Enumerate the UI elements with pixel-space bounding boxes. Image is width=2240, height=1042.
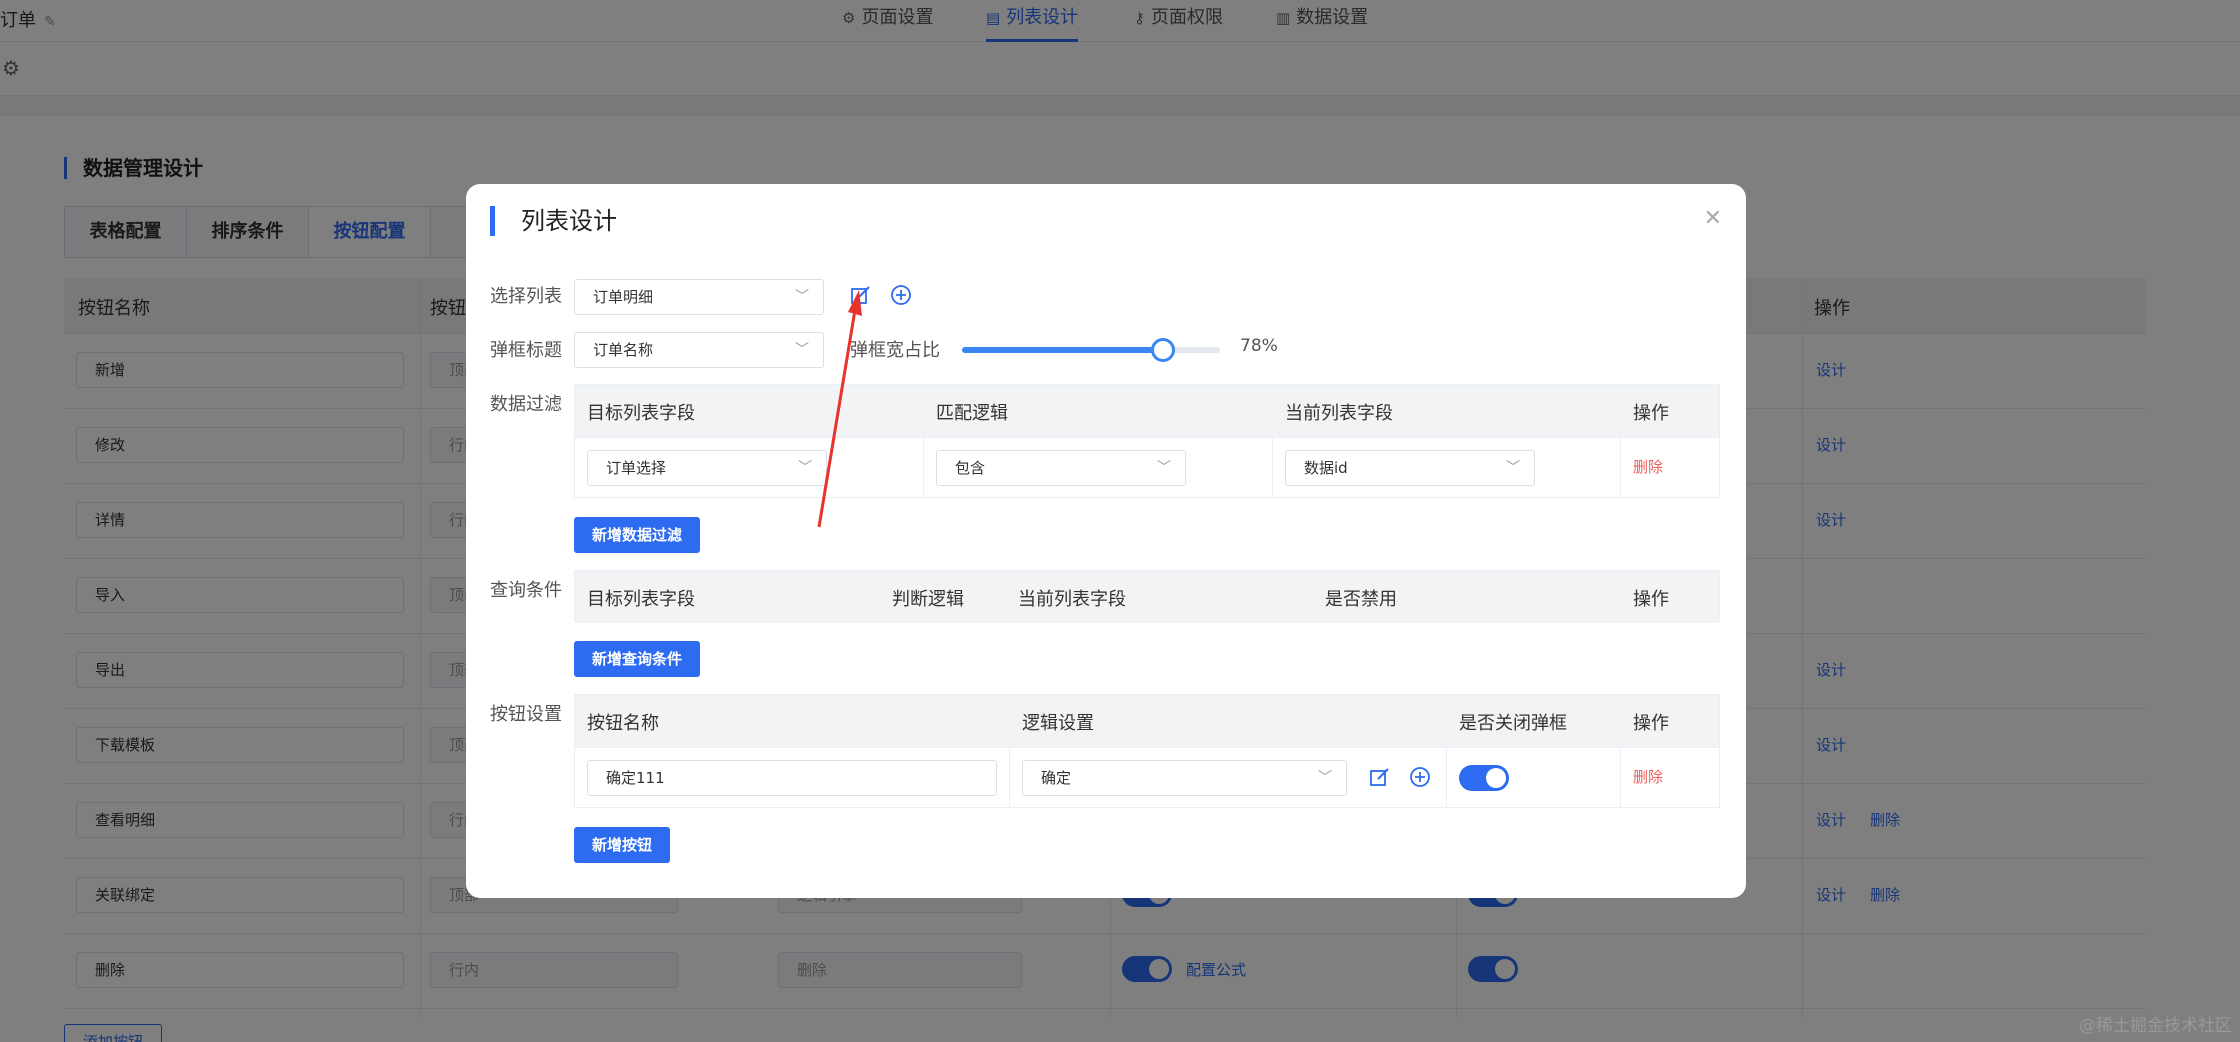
watermark: @稀土掘金技术社区: [2079, 1016, 2232, 1036]
annotation-arrow: [817, 290, 862, 528]
